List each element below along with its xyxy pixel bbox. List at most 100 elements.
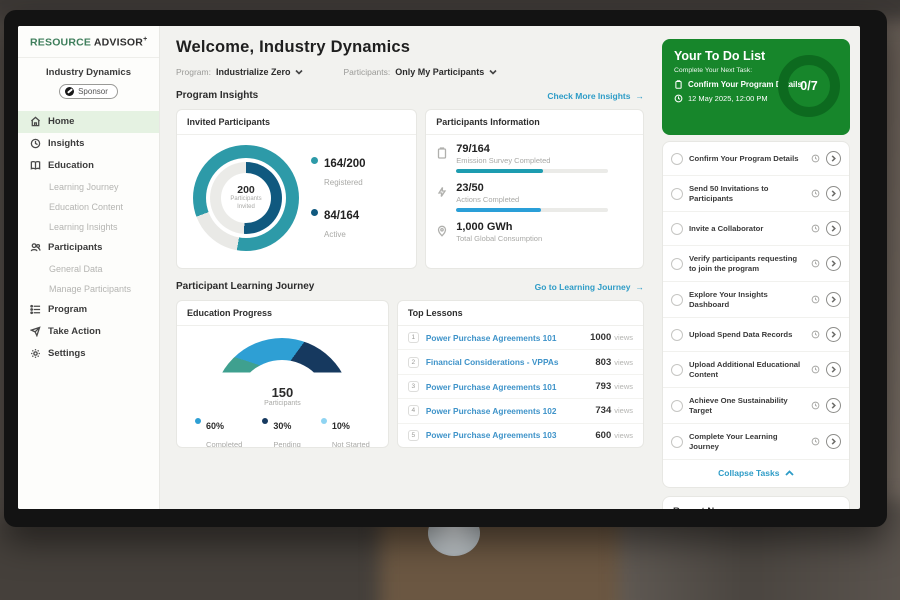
chevron-right-icon <box>830 225 837 232</box>
task-row[interactable]: Upload Spend Data Records <box>663 318 849 352</box>
card-title: Participants Information <box>426 110 643 135</box>
participants-dropdown[interactable]: Participants: Only My Participants <box>343 67 497 77</box>
task-checkbox[interactable] <box>671 153 683 165</box>
chevron-right-icon <box>830 296 837 303</box>
collapse-tasks-link[interactable]: Collapse Tasks <box>663 460 849 487</box>
program-dropdown[interactable]: Program: Industrialize Zero <box>176 67 303 77</box>
legend-dot <box>262 418 268 424</box>
card-title: Invited Participants <box>177 110 416 135</box>
task-checkbox[interactable] <box>671 436 683 448</box>
clock-icon <box>811 433 820 451</box>
task-chevron-button[interactable] <box>826 434 841 449</box>
sidebar-item-home[interactable]: Home <box>18 111 159 133</box>
lesson-rank: 5 <box>408 430 419 441</box>
sidebar-item-education[interactable]: Education <box>18 155 159 177</box>
sidebar-item-insights[interactable]: Insights <box>18 133 159 155</box>
task-chevron-button[interactable] <box>826 327 841 342</box>
lesson-title-link[interactable]: Financial Considerations - VPPAs <box>426 357 596 367</box>
learning-journey-header: Participant Learning Journey Go to Learn… <box>176 281 644 292</box>
stat-actions-completed: 23/50 Actions Completed <box>436 182 631 212</box>
sidebar-item-label: Insights <box>48 138 84 149</box>
education-progress-card: Education Progress 150 Participants 60% … <box>176 300 389 448</box>
todo-due-label: 12 May 2025, 12:00 PM <box>688 94 768 103</box>
task-chevron-button[interactable] <box>826 398 841 413</box>
task-row[interactable]: Send 50 Invitations to Participants <box>663 176 849 212</box>
task-label: Upload Additional Educational Content <box>689 360 805 380</box>
sponsor-badge: Sponsor <box>59 84 118 99</box>
lesson-title-link[interactable]: Power Purchase Agreements 102 <box>426 406 596 416</box>
chevron-right-icon <box>830 438 837 445</box>
task-row[interactable]: Achieve One Sustainability Target <box>663 388 849 424</box>
section-title: Program Insights <box>176 90 258 101</box>
clock-icon <box>811 291 820 309</box>
lessons-list: 1 Power Purchase Agreements 101 1000 vie… <box>398 326 643 447</box>
task-row[interactable]: Complete Your Learning Journey <box>663 424 849 460</box>
clock-icon <box>811 255 820 273</box>
stat-label: Emission Survey Completed <box>456 156 608 165</box>
lesson-views-label: views <box>614 358 633 367</box>
sidebar-item-settings[interactable]: Settings <box>18 343 159 365</box>
sidebar-item-take-action[interactable]: Take Action <box>18 321 159 343</box>
task-chevron-button[interactable] <box>826 151 841 166</box>
participants-value: Only My Participants <box>395 67 484 77</box>
donut-center-label: Participants Invited <box>221 196 271 212</box>
lesson-title-link[interactable]: Power Purchase Agreements 101 <box>426 333 590 343</box>
legend-value: 30% <box>273 421 291 431</box>
task-chevron-button[interactable] <box>826 256 841 271</box>
task-label: Achieve One Sustainability Target <box>689 396 805 416</box>
lesson-rank: 2 <box>408 357 419 368</box>
stat-value: 79/164 <box>456 143 608 155</box>
legend-label: Not Started <box>332 440 370 448</box>
lesson-row[interactable]: 4 Power Purchase Agreements 102 734 view… <box>398 399 643 423</box>
legend-dot <box>321 418 327 424</box>
sidebar-item-manage-participants[interactable]: Manage Participants <box>18 279 159 299</box>
lesson-views-label: views <box>614 431 633 440</box>
task-chevron-button[interactable] <box>826 362 841 377</box>
legend-label: Completed <box>206 440 242 448</box>
sidebar-item-label: Home <box>48 116 74 127</box>
lesson-title-link[interactable]: Power Purchase Agreements 103 <box>426 430 596 440</box>
chevron-down-icon <box>489 68 497 76</box>
task-row[interactable]: Confirm Your Program Details <box>663 142 849 176</box>
task-chevron-button[interactable] <box>826 221 841 236</box>
legend-pending: 30% Pending <box>262 416 301 448</box>
task-chevron-button[interactable] <box>826 186 841 201</box>
lesson-row[interactable]: 2 Financial Considerations - VPPAs 803 v… <box>398 350 643 374</box>
task-checkbox[interactable] <box>671 188 683 200</box>
sidebar-item-label: Manage Participants <box>49 284 131 294</box>
sidebar-item-general-data[interactable]: General Data <box>18 259 159 279</box>
sidebar-item-participants[interactable]: Participants <box>18 237 159 259</box>
lesson-row[interactable]: 1 Power Purchase Agreements 101 1000 vie… <box>398 326 643 350</box>
task-row[interactable]: Verify participants requesting to join t… <box>663 246 849 282</box>
stat-value: 1,000 GWh <box>456 221 542 233</box>
sidebar-item-education-content[interactable]: Education Content <box>18 197 159 217</box>
donut-legend: 164/200 Registered 84/164 Active <box>311 154 366 242</box>
check-more-insights-link[interactable]: Check More Insights → <box>547 91 644 101</box>
task-row[interactable]: Invite a Collaborator <box>663 212 849 246</box>
lesson-views: 600 <box>595 430 611 441</box>
program-label: Program: <box>176 67 211 77</box>
task-checkbox[interactable] <box>671 258 683 270</box>
task-checkbox[interactable] <box>671 294 683 306</box>
education-icon <box>30 160 41 171</box>
legend-active: 84/164 Active <box>311 206 366 242</box>
lesson-row[interactable]: 3 Power Purchase Agreements 101 793 view… <box>398 375 643 399</box>
program-icon <box>30 304 41 315</box>
lesson-views-label: views <box>614 406 633 415</box>
task-checkbox[interactable] <box>671 223 683 235</box>
chevron-down-icon <box>295 68 303 76</box>
invited-donut-chart: 200 Participants Invited <box>193 145 299 251</box>
sidebar-item-program[interactable]: Program <box>18 299 159 321</box>
task-checkbox[interactable] <box>671 400 683 412</box>
sidebar-item-learning-journey[interactable]: Learning Journey <box>18 177 159 197</box>
sidebar-item-learning-insights[interactable]: Learning Insights <box>18 217 159 237</box>
go-to-learning-journey-link[interactable]: Go to Learning Journey → <box>535 282 644 292</box>
task-chevron-button[interactable] <box>826 292 841 307</box>
lesson-row[interactable]: 5 Power Purchase Agreements 103 600 view… <box>398 424 643 447</box>
task-row[interactable]: Upload Additional Educational Content <box>663 352 849 388</box>
lesson-title-link[interactable]: Power Purchase Agreements 101 <box>426 382 596 392</box>
lesson-rank: 3 <box>408 381 419 392</box>
task-checkbox[interactable] <box>671 364 683 376</box>
task-checkbox[interactable] <box>671 329 683 341</box>
task-row[interactable]: Explore Your Insights Dashboard <box>663 282 849 318</box>
